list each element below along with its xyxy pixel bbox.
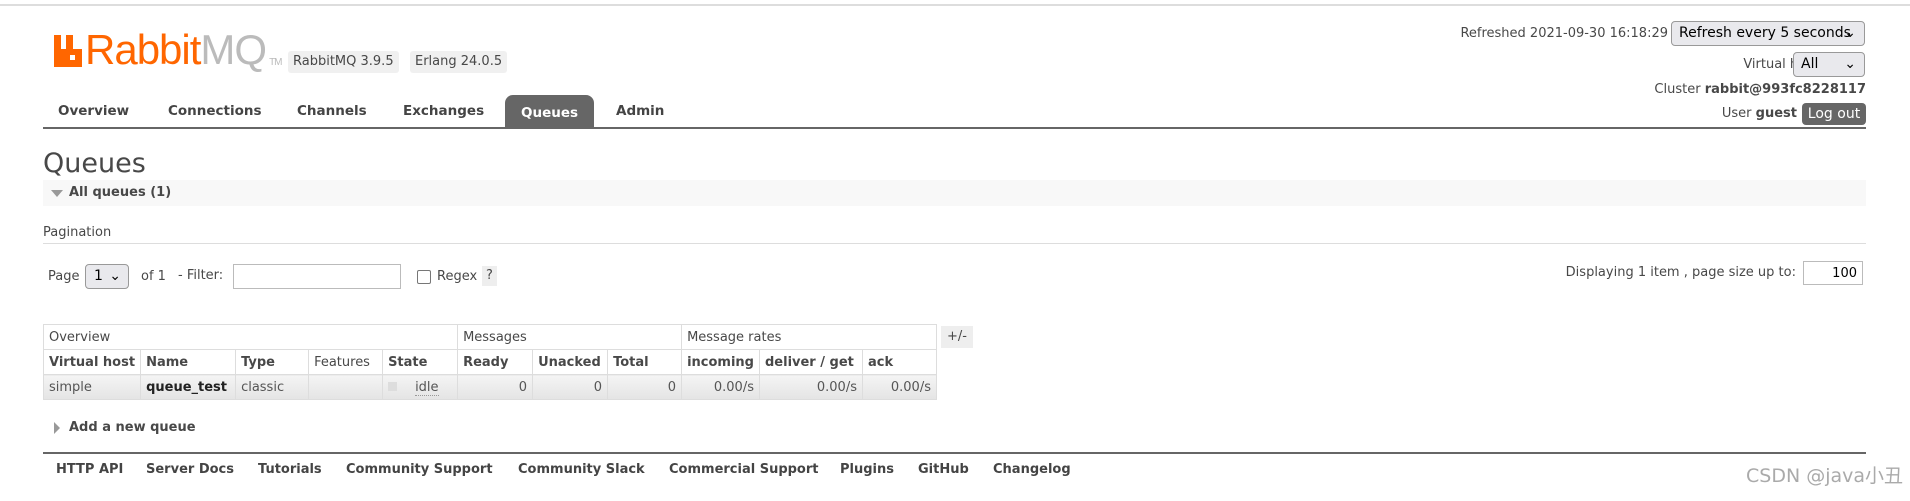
- col-name[interactable]: Name: [140, 349, 237, 375]
- group-messages: Messages: [457, 324, 683, 350]
- footer-link-http-api[interactable]: HTTP API: [56, 462, 123, 477]
- chevron-down-icon: ⌄: [1844, 56, 1856, 72]
- logo-tm: TM: [269, 57, 282, 68]
- regex-help-button[interactable]: ?: [482, 266, 497, 286]
- col-state[interactable]: State: [382, 349, 459, 375]
- erlang-version-badge: Erlang 24.0.5: [410, 51, 508, 73]
- page-select[interactable]: 1 ⌄: [85, 264, 129, 289]
- cluster-name: rabbit@993fc8228117: [1704, 82, 1866, 97]
- page-label: Page: [48, 269, 80, 284]
- refresh-interval-value: Refresh every 5 seconds: [1679, 25, 1851, 41]
- user-name: guest: [1755, 106, 1797, 121]
- page-count: of 1: [141, 269, 166, 284]
- add-queue-toggle[interactable]: Add a new queue: [54, 420, 196, 435]
- cell-type: classic: [235, 374, 310, 400]
- footer-link-community-slack[interactable]: Community Slack: [518, 462, 645, 477]
- group-overview: Overview: [42, 324, 459, 350]
- collapse-triangle-icon: [51, 190, 63, 197]
- tab-overview[interactable]: Overview: [58, 103, 129, 119]
- logo-text-mq: MQ: [200, 26, 267, 73]
- footer-link-commercial-support[interactable]: Commercial Support: [669, 462, 819, 477]
- rabbit-logo-icon: [54, 35, 82, 67]
- footer-link-github[interactable]: GitHub: [918, 462, 969, 477]
- filter-input[interactable]: [233, 264, 401, 289]
- cluster-label: Cluster: [1654, 82, 1701, 97]
- pagination-label: Pagination: [43, 225, 112, 240]
- expand-triangle-icon: [54, 421, 60, 434]
- group-message-rates: Message rates: [681, 324, 937, 350]
- tab-connections[interactable]: Connections: [168, 103, 262, 119]
- cell-total: 0: [607, 374, 683, 400]
- regex-label: Regex: [437, 269, 478, 284]
- cell-ack: 0.00/s: [861, 374, 937, 400]
- vhost-value: All: [1801, 56, 1819, 72]
- col-ready[interactable]: Ready: [457, 349, 534, 375]
- cell-incoming: 0.00/s: [681, 374, 760, 400]
- tab-channels[interactable]: Channels: [297, 103, 367, 119]
- col-features: Features: [308, 349, 384, 375]
- queues-table: Overview Messages Message rates Virtual …: [42, 324, 937, 400]
- page-size-input[interactable]: [1803, 261, 1863, 285]
- cell-features: [308, 374, 384, 400]
- logo-text-rabbit: Rabbit: [85, 26, 201, 73]
- user-label: User: [1721, 106, 1752, 121]
- table-row: simple queue_test classic idle 0 0 0 0.0…: [42, 374, 937, 400]
- footer-link-community-support[interactable]: Community Support: [346, 462, 493, 477]
- col-deliver-get[interactable]: deliver / get: [758, 349, 863, 375]
- rabbitmq-version-badge: RabbitMQ 3.9.5: [288, 51, 399, 73]
- queue-name-link[interactable]: queue_test: [140, 374, 237, 400]
- tab-admin[interactable]: Admin: [616, 103, 664, 119]
- regex-checkbox[interactable]: [417, 270, 431, 284]
- displaying-text: Displaying 1 item , page size up to:: [1565, 265, 1796, 280]
- footer-link-plugins[interactable]: Plugins: [840, 462, 894, 477]
- cell-deliver-get: 0.00/s: [758, 374, 863, 400]
- footer-link-server-docs[interactable]: Server Docs: [146, 462, 234, 477]
- cell-state: idle: [382, 374, 459, 400]
- page-value: 1: [94, 268, 103, 284]
- tab-queues[interactable]: Queues: [505, 95, 595, 128]
- cell-vhost: simple: [42, 374, 142, 400]
- col-incoming[interactable]: incoming: [681, 349, 760, 375]
- footer-divider: [43, 452, 1866, 454]
- top-border: [0, 4, 1910, 6]
- column-toggle-button[interactable]: +/-: [941, 326, 973, 348]
- rabbitmq-logo[interactable]: Rabbit MQ TM: [54, 26, 283, 73]
- footer-link-tutorials[interactable]: Tutorials: [258, 462, 322, 477]
- col-total[interactable]: Total: [607, 349, 683, 375]
- logout-button[interactable]: Log out: [1802, 103, 1866, 125]
- col-unacked[interactable]: Unacked: [532, 349, 609, 375]
- col-ack[interactable]: ack: [861, 349, 937, 375]
- chevron-down-icon: ⌄: [1844, 25, 1856, 41]
- vhost-select[interactable]: All ⌄: [1793, 52, 1865, 77]
- csdn-watermark: CSDN @java小丑: [1746, 465, 1904, 487]
- filter-label: - Filter:: [178, 268, 224, 283]
- state-indicator-icon: [388, 381, 398, 391]
- state-value: idle: [415, 379, 439, 396]
- tab-exchanges[interactable]: Exchanges: [403, 103, 484, 119]
- col-type[interactable]: Type: [235, 349, 310, 375]
- tab-divider: [43, 127, 1866, 129]
- refreshed-timestamp: Refreshed 2021-09-30 16:18:29: [1460, 26, 1668, 41]
- col-virtual-host[interactable]: Virtual host: [42, 349, 142, 375]
- chevron-down-icon: ⌄: [109, 268, 121, 284]
- page-title: Queues: [43, 148, 146, 179]
- add-queue-label: Add a new queue: [69, 420, 196, 435]
- footer-link-changelog[interactable]: Changelog: [993, 462, 1071, 477]
- cell-ready: 0: [457, 374, 534, 400]
- pagination-divider: [43, 243, 1866, 244]
- refresh-interval-select[interactable]: Refresh every 5 seconds ⌄: [1671, 21, 1865, 46]
- cell-unacked: 0: [532, 374, 609, 400]
- section-title: All queues (1): [69, 185, 172, 200]
- all-queues-section-toggle[interactable]: All queues (1): [43, 180, 1866, 206]
